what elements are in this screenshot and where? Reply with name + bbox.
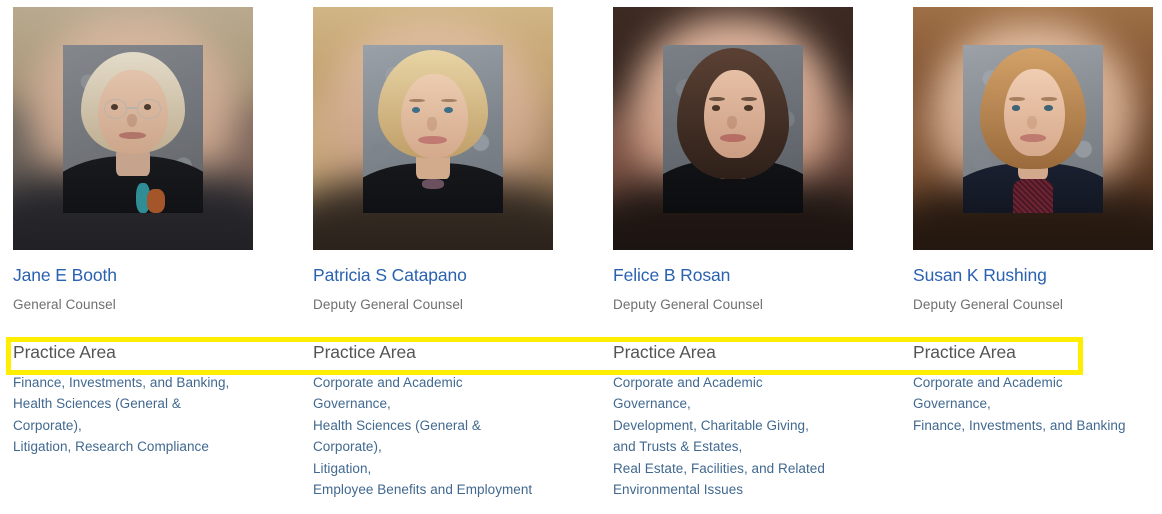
practice-area-heading: Practice Area (613, 342, 716, 362)
practice-area-item[interactable]: Governance, (313, 393, 553, 414)
practice-area-list: Finance, Investments, and Banking, Healt… (13, 372, 253, 458)
practice-area-item[interactable]: Governance, (913, 393, 1153, 414)
card-text-block: Patricia S Catapano Deputy General Couns… (313, 250, 553, 500)
staff-card: Patricia S Catapano Deputy General Couns… (313, 7, 553, 500)
practice-area-item[interactable]: Litigation, (313, 458, 553, 479)
practice-area-item[interactable]: and Trusts & Estates, (613, 436, 853, 457)
person-title: Deputy General Counsel (913, 297, 1064, 312)
practice-area-item[interactable]: Corporate and Academic (913, 372, 1153, 393)
person-name-link[interactable]: Felice B Rosan (613, 264, 853, 286)
portrait-photo[interactable] (13, 7, 253, 250)
practice-area-item[interactable]: Governance, (613, 393, 853, 414)
portrait-inset-image (63, 45, 203, 213)
card-text-block: Susan K Rushing Deputy General Counsel P… (913, 250, 1153, 436)
practice-area-item[interactable]: Real Estate, Facilities, and Related (613, 458, 853, 479)
practice-area-item[interactable]: Litigation, Research Compliance (13, 436, 253, 457)
practice-area-item[interactable]: Employee Benefits and Employment (313, 479, 553, 500)
practice-area-heading: Practice Area (913, 342, 1016, 362)
practice-area-heading: Practice Area (313, 342, 416, 362)
person-name-link[interactable]: Patricia S Catapano (313, 264, 553, 286)
practice-area-item[interactable]: Corporate), (313, 436, 553, 457)
practice-area-item[interactable]: Finance, Investments, and Banking (913, 415, 1153, 436)
portrait-photo[interactable] (613, 7, 853, 250)
staff-card: Felice B Rosan Deputy General Counsel Pr… (613, 7, 853, 500)
practice-area-item[interactable]: Corporate), (13, 415, 253, 436)
practice-area-item[interactable]: Finance, Investments, and Banking, (13, 372, 253, 393)
person-title: General Counsel (13, 297, 116, 312)
practice-area-list: Corporate and Academic Governance, Healt… (313, 372, 553, 500)
portrait-inset-image (963, 45, 1103, 213)
practice-area-item[interactable]: Health Sciences (General & (313, 415, 553, 436)
portrait-inset-image (663, 45, 803, 213)
practice-area-item[interactable]: Corporate and Academic (613, 372, 853, 393)
practice-area-item[interactable]: Environmental Issues (613, 479, 853, 500)
person-name-link[interactable]: Jane E Booth (13, 264, 253, 286)
portrait-photo[interactable] (313, 7, 553, 250)
portrait-inset-image (363, 45, 503, 213)
card-text-block: Jane E Booth General Counsel Practice Ar… (13, 250, 253, 458)
practice-area-item[interactable]: Corporate and Academic (313, 372, 553, 393)
staff-directory-grid: Jane E Booth General Counsel Practice Ar… (13, 7, 1162, 514)
person-title: Deputy General Counsel (613, 297, 764, 312)
practice-area-item[interactable]: Development, Charitable Giving, (613, 415, 853, 436)
practice-area-item[interactable]: Health Sciences (General & (13, 393, 253, 414)
staff-card: Susan K Rushing Deputy General Counsel P… (913, 7, 1153, 436)
practice-area-heading: Practice Area (13, 342, 116, 362)
person-title: Deputy General Counsel (313, 297, 464, 312)
practice-area-list: Corporate and Academic Governance, Finan… (913, 372, 1153, 436)
practice-area-list: Corporate and Academic Governance, Devel… (613, 372, 853, 500)
person-name-link[interactable]: Susan K Rushing (913, 264, 1153, 286)
portrait-photo[interactable] (913, 7, 1153, 250)
card-text-block: Felice B Rosan Deputy General Counsel Pr… (613, 250, 853, 500)
staff-card: Jane E Booth General Counsel Practice Ar… (13, 7, 253, 458)
